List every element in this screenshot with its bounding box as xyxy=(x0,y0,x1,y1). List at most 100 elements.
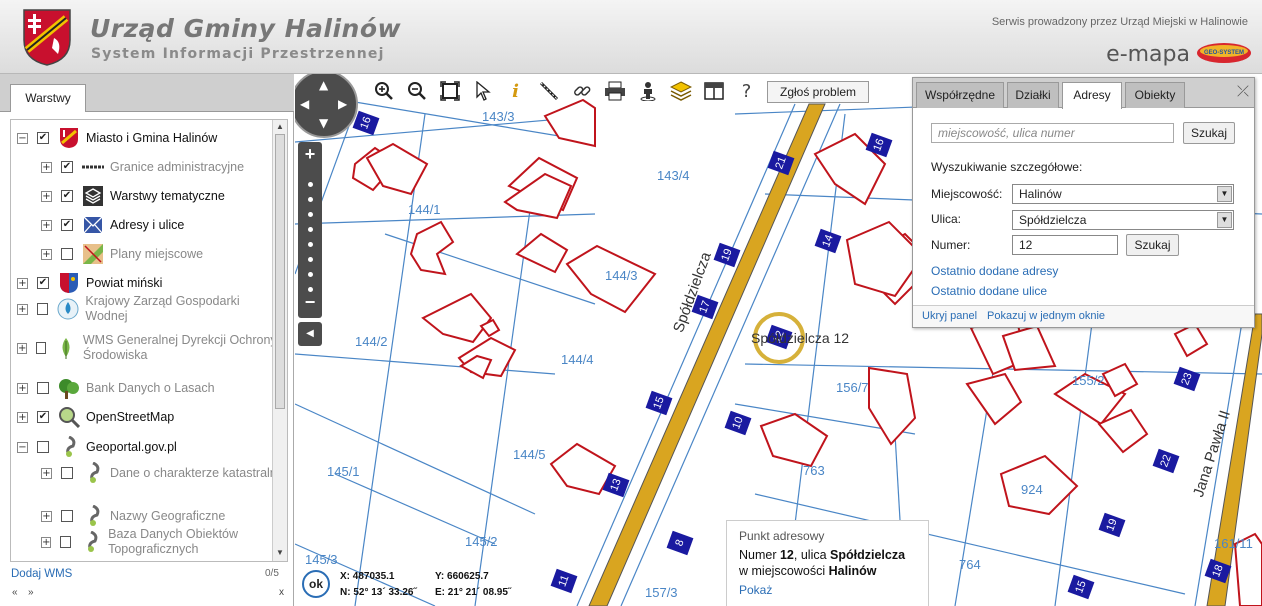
layer-checkbox[interactable] xyxy=(36,342,46,354)
layout-icon[interactable] xyxy=(697,78,730,104)
full-extent-icon[interactable] xyxy=(433,78,466,104)
collapse-icon[interactable]: − xyxy=(17,132,28,144)
layer-row[interactable]: + Bank Danych o Lasach xyxy=(17,376,279,400)
layer-label[interactable]: Krajowy Zarząd Gospodarki Wodnej xyxy=(85,294,279,324)
layer-row[interactable]: + Nazwy Geograficzne xyxy=(41,504,287,528)
zoom-out-icon[interactable] xyxy=(400,78,433,104)
tab-addresses[interactable]: Adresy xyxy=(1062,82,1122,109)
measure-icon[interactable] xyxy=(532,78,565,104)
expand-icon[interactable]: + xyxy=(17,382,28,394)
expand-icon[interactable]: + xyxy=(41,510,52,522)
layer-checkbox[interactable]: ✔ xyxy=(37,411,49,423)
layer-label[interactable]: Plany miejscowe xyxy=(110,247,203,262)
expand-icon[interactable]: + xyxy=(41,536,52,548)
recent-streets-link[interactable]: Ostatnio dodane ulice xyxy=(931,284,1047,298)
number-input[interactable]: 12 xyxy=(1012,235,1118,255)
zoom-slider[interactable]: + − xyxy=(298,142,322,318)
tab-parcels[interactable]: Działki xyxy=(1007,82,1059,108)
layer-label[interactable]: Baza Danych Obiektów Topograficznych xyxy=(108,527,287,557)
expand-icon[interactable]: + xyxy=(17,303,28,315)
street-select[interactable]: Spółdzielcza ▼ xyxy=(1012,210,1234,230)
chevron-down-icon[interactable]: ▼ xyxy=(1217,212,1232,228)
layer-row[interactable]: + Krajowy Zarząd Gospodarki Wodnej xyxy=(17,294,279,324)
search-button[interactable]: Szukaj xyxy=(1183,122,1235,144)
layers-icon[interactable] xyxy=(664,78,697,104)
layer-label[interactable]: Granice administracyjne xyxy=(110,160,244,175)
layer-checkbox[interactable]: ✔ xyxy=(61,219,73,231)
layer-row[interactable]: + Baza Danych Obiektów Topograficznych xyxy=(41,527,287,557)
layer-checkbox[interactable]: ✔ xyxy=(37,277,49,289)
search-number-button[interactable]: Szukaj xyxy=(1126,234,1179,256)
expand-icon[interactable]: + xyxy=(17,277,28,289)
layer-label[interactable]: WMS Generalnej Dyrekcji Ochrony Środowis… xyxy=(83,333,279,363)
layer-label[interactable]: Bank Danych o Lasach xyxy=(86,381,215,396)
prev-page-icon[interactable]: « xyxy=(12,587,18,598)
layer-checkbox[interactable] xyxy=(61,248,73,260)
tab-layers[interactable]: Warstwy xyxy=(10,84,86,112)
layer-row[interactable]: − ✔ Miasto i Gmina Halinów xyxy=(17,126,279,150)
show-single-window-link[interactable]: Pokazuj w jednym oknie xyxy=(987,310,1105,322)
report-problem-button[interactable]: Zgłoś problem xyxy=(767,81,870,103)
chevron-down-icon[interactable]: ▼ xyxy=(1217,186,1232,202)
expand-icon[interactable]: + xyxy=(17,342,28,354)
collapse-panel-icon[interactable]: ◀ xyxy=(298,322,322,346)
recent-addresses-link[interactable]: Ostatnio dodane adresy xyxy=(931,264,1058,278)
layer-label[interactable]: Warstwy tematyczne xyxy=(110,189,225,204)
layer-checkbox[interactable]: ✔ xyxy=(61,161,73,173)
layer-tree-scrollbar[interactable]: ▲ ▼ xyxy=(272,120,287,561)
pan-up-icon[interactable]: ▲ xyxy=(319,78,328,92)
layer-checkbox[interactable] xyxy=(61,467,73,479)
zoom-minus-icon[interactable]: − xyxy=(298,292,322,313)
link-icon[interactable] xyxy=(565,78,598,104)
add-wms-link[interactable]: Dodaj WMS xyxy=(11,568,72,580)
collapse-icon[interactable]: − xyxy=(17,441,28,453)
expand-icon[interactable]: + xyxy=(41,219,52,231)
close-icon[interactable]: x xyxy=(279,587,284,598)
expand-icon[interactable]: + xyxy=(41,248,52,260)
layer-checkbox[interactable] xyxy=(37,441,49,453)
hide-panel-link[interactable]: Ukryj panel xyxy=(922,310,977,322)
tab-coordinates[interactable]: Współrzędne xyxy=(916,82,1004,108)
help-icon[interactable]: ? xyxy=(730,78,763,104)
layer-label[interactable]: Nazwy Geograficzne xyxy=(110,509,225,524)
town-select[interactable]: Halinów ▼ xyxy=(1012,184,1234,204)
pan-down-icon[interactable]: ▼ xyxy=(319,116,328,130)
pointer-icon[interactable] xyxy=(466,78,499,104)
expand-icon[interactable]: + xyxy=(41,161,52,173)
scroll-thumb[interactable] xyxy=(275,134,285,409)
layer-label[interactable]: Powiat miński xyxy=(86,276,162,291)
scroll-down-icon[interactable]: ▼ xyxy=(276,548,284,557)
address-search-input[interactable]: miejscowość, ulica numer xyxy=(931,123,1174,143)
layer-checkbox[interactable]: ✔ xyxy=(37,132,49,144)
layer-label[interactable]: Geoportal.gov.pl xyxy=(86,440,177,455)
layer-label[interactable]: Adresy i ulice xyxy=(110,218,184,233)
expand-icon[interactable]: + xyxy=(17,411,28,423)
close-panel-icon[interactable]: ⤫ xyxy=(1237,83,1249,100)
layer-row[interactable]: + ✔ Granice administracyjne xyxy=(41,155,287,179)
expand-icon[interactable]: + xyxy=(41,190,52,202)
next-page-icon[interactable]: » xyxy=(28,587,34,598)
layer-checkbox[interactable] xyxy=(37,382,49,394)
layer-label[interactable]: Miasto i Gmina Halinów xyxy=(86,131,217,146)
print-icon[interactable] xyxy=(598,78,631,104)
layer-label[interactable]: OpenStreetMap xyxy=(86,410,174,425)
expand-icon[interactable]: + xyxy=(41,467,52,479)
layer-row[interactable]: + WMS Generalnej Dyrekcji Ochrony Środowi… xyxy=(17,333,279,363)
layer-label[interactable]: Dane o charakterze katastralnym xyxy=(110,466,287,481)
zoom-plus-icon[interactable]: + xyxy=(298,144,322,165)
layer-row[interactable]: + ✔ Warstwy tematyczne xyxy=(41,184,287,208)
layer-checkbox[interactable]: ✔ xyxy=(61,190,73,202)
info-icon[interactable]: i xyxy=(499,78,532,104)
layer-row[interactable]: + ✔ Adresy i ulice xyxy=(41,213,287,237)
scroll-up-icon[interactable]: ▲ xyxy=(276,122,284,131)
layer-row[interactable]: − Geoportal.gov.pl xyxy=(17,435,279,459)
ok-button[interactable]: ok xyxy=(302,570,330,598)
layer-row[interactable]: + ✔ Powiat miński xyxy=(17,271,279,295)
layer-checkbox[interactable] xyxy=(36,303,49,315)
pan-left-icon[interactable]: ◀ xyxy=(300,97,309,111)
layer-row[interactable]: + Dane o charakterze katastralnym xyxy=(41,461,287,485)
zoom-in-icon[interactable] xyxy=(367,78,400,104)
street-view-icon[interactable] xyxy=(631,78,664,104)
layer-row[interactable]: + ✔ OpenStreetMap xyxy=(17,405,279,429)
map-view[interactable]: 143/3 143/4 144/1 144/3 144/2 144/4 145/… xyxy=(295,74,1262,606)
